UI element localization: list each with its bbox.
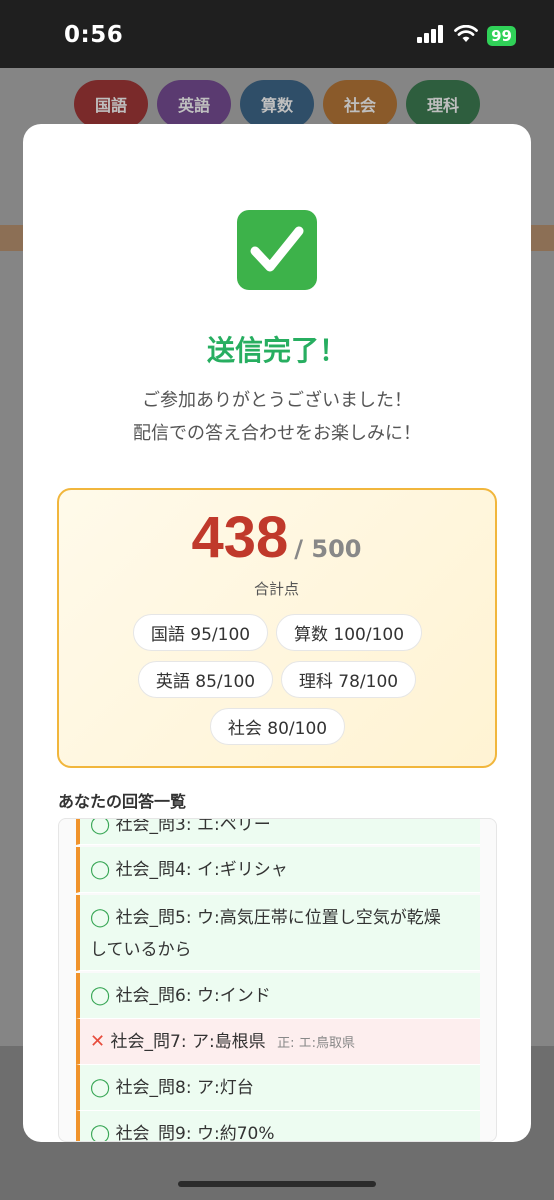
answers-list[interactable]: ◯ 社会_問3: エ:ペリー ◯ 社会_問4: イ:ギリシャ ◯ 社会_問5: … [58, 818, 497, 1142]
list-item: ◯ 社会_問9: ウ:約70% [76, 1111, 480, 1142]
subject-score-kokugo: 国語 95/100 [133, 614, 268, 651]
total-score: 438/ 500 [59, 504, 494, 571]
subject-tabs: 国語 英語 算数 社会 理科 [0, 80, 554, 128]
score-summary: 438/ 500 合計点 国語 95/100 算数 100/100 英語 85/… [57, 488, 497, 768]
correct-mark-icon: ◯ [90, 818, 111, 835]
tab-eigo[interactable]: 英語 [157, 80, 231, 128]
correct-answer-hint: 正: エ:鳥取県 [277, 1036, 355, 1051]
answers-list-title: あなたの回答一覧 [58, 792, 187, 811]
background-accent [530, 225, 554, 251]
signal-icon [417, 25, 445, 47]
correct-mark-icon: ◯ [90, 1123, 111, 1142]
list-item: ◯ 社会_問5: ウ:高気圧帯に位置し空気が乾燥 しているから [76, 895, 480, 971]
subject-score-shakai: 社会 80/100 [210, 708, 345, 745]
answer-text: 社会_問9: ウ:約70% [115, 1124, 275, 1142]
correct-mark-icon: ◯ [90, 859, 111, 880]
tab-rika[interactable]: 理科 [406, 80, 480, 128]
status-bar: 0:56 99 [0, 0, 554, 68]
list-item: ◯ 社会_問4: イ:ギリシャ [76, 847, 480, 893]
background-accent [0, 225, 24, 251]
tab-shakai[interactable]: 社会 [323, 80, 397, 128]
status-icons: 99 [417, 24, 516, 47]
tab-sansu[interactable]: 算数 [240, 80, 314, 128]
correct-mark-icon: ◯ [90, 1077, 111, 1098]
total-score-label: 合計点 [253, 580, 299, 598]
subject-score-sansu: 算数 100/100 [276, 614, 422, 651]
answer-text: 社会_問7: ア:島根県 [110, 1032, 266, 1052]
subject-score-rika: 理科 78/100 [281, 661, 416, 698]
total-score-value: 438 [191, 505, 289, 570]
wrong-mark-icon: ✕ [90, 1031, 106, 1052]
list-item: ◯ 社会_問6: ウ:インド [76, 973, 480, 1019]
submission-complete-modal: 送信完了！ ご参加ありがとうございました！ 配信での答え合わせをお楽しみに！ 4… [23, 124, 531, 1142]
answer-text: 社会_問6: ウ:インド [115, 986, 271, 1006]
home-indicator[interactable] [178, 1181, 376, 1187]
answer-text: 社会_問5: ウ:高気圧帯に位置し空気が乾燥 [115, 908, 441, 928]
answer-text: 社会_問4: イ:ギリシャ [115, 860, 288, 880]
answer-text: 社会_問3: エ:ペリー [115, 818, 271, 835]
list-item-wrong: ✕ 社会_問7: ア:島根県 正: エ:鳥取県 [76, 1019, 480, 1065]
answer-text-continued: しているから [90, 940, 192, 960]
wifi-icon [454, 24, 479, 47]
subject-score-eigo: 英語 85/100 [138, 661, 273, 698]
correct-mark-icon: ◯ [90, 907, 111, 928]
correct-mark-icon: ◯ [90, 985, 111, 1006]
thank-you-message: ご参加ありがとうございました！ [142, 390, 412, 411]
battery-indicator: 99 [487, 26, 516, 46]
list-item: ◯ 社会_問3: エ:ペリー [76, 818, 480, 845]
tab-kokugo[interactable]: 国語 [74, 80, 148, 128]
max-score: / 500 [294, 535, 362, 563]
stream-message: 配信での答え合わせをお楽しみに！ [133, 423, 421, 444]
answer-text: 社会_問8: ア:灯台 [115, 1078, 254, 1098]
list-item: ◯ 社会_問8: ア:灯台 [76, 1065, 480, 1111]
status-time: 0:56 [64, 22, 124, 48]
modal-title: 送信完了！ [206, 334, 347, 367]
check-mark-icon [237, 210, 317, 290]
